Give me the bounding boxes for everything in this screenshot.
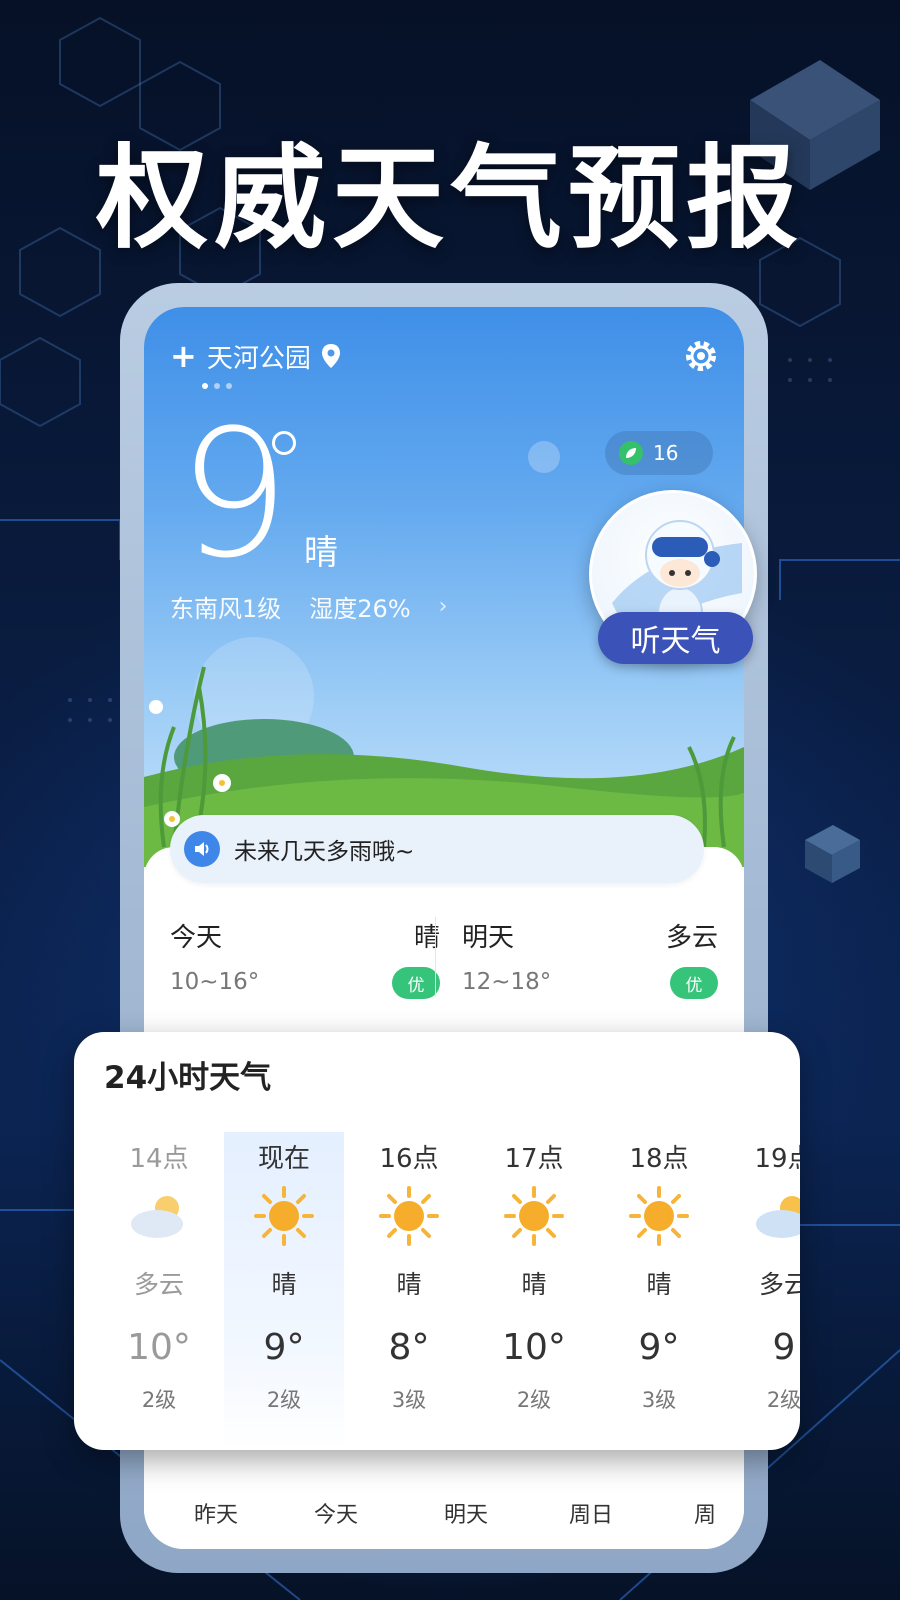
tab-yesterday[interactable]: 昨天 [194, 1497, 238, 1529]
divider [435, 917, 436, 997]
hour-column[interactable]: 18点 晴 9° 3级 [599, 1138, 719, 1420]
day-range: 10~16° [170, 969, 260, 995]
hourly-forecast-card: 24小时天气 14点 多云 10° 2级 现在 晴 9° 2级 16点 晴 8°… [74, 1032, 800, 1450]
hour-temperature: 8° [388, 1327, 430, 1368]
current-condition: 晴 [304, 533, 338, 573]
hour-column[interactable]: 16点 晴 8° 3级 [349, 1138, 469, 1420]
location-pin-icon [321, 344, 340, 368]
location-bar: + 天河公园 [170, 335, 718, 377]
page-indicator [202, 383, 232, 389]
hour-time: 19点 [754, 1144, 800, 1174]
tab-today[interactable]: 今天 [314, 1497, 358, 1529]
humidity-info: 湿度26% [309, 595, 411, 623]
hour-time: 18点 [629, 1144, 689, 1174]
speaker-icon [184, 831, 220, 867]
hour-condition: 晴 [646, 1270, 672, 1299]
current-temperature: 9 [178, 392, 290, 597]
hour-condition: 晴 [271, 1270, 297, 1299]
hour-column[interactable]: 14点 多云 10° 2级 [99, 1138, 219, 1420]
aqi-value: 16 [653, 441, 679, 465]
weather-notice[interactable]: 未来几天多雨哦~ [170, 815, 704, 883]
hour-time: 14点 [129, 1144, 189, 1174]
hour-condition: 多云 [758, 1270, 800, 1299]
air-quality-badge: 优 [670, 967, 718, 999]
hour-time: 17点 [504, 1144, 564, 1174]
tab-sunday[interactable]: 周日 [569, 1497, 613, 1529]
hour-time: 现在 [257, 1144, 310, 1174]
hour-condition: 多云 [133, 1270, 184, 1299]
sun-icon [599, 1178, 719, 1254]
sun-icon [224, 1178, 344, 1254]
hour-temperature: 10° [127, 1327, 191, 1368]
hour-wind: 2级 [141, 1388, 177, 1412]
hour-wind: 2级 [766, 1388, 800, 1412]
gear-icon[interactable] [684, 339, 718, 373]
day-condition: 多云 [665, 923, 718, 953]
wind-info: 东南风1级 [170, 595, 282, 623]
degree-symbol [272, 431, 296, 455]
cube-decoration-small [805, 825, 860, 883]
tab-more[interactable]: 周 [694, 1497, 716, 1529]
leaf-icon [619, 441, 643, 465]
notice-text: 未来几天多雨哦~ [234, 839, 415, 865]
hour-temperature: 9 [772, 1327, 796, 1368]
air-quality-badge: 优 [392, 967, 440, 999]
listen-weather-button[interactable]: 听天气 [598, 612, 753, 664]
hour-condition: 晴 [521, 1270, 547, 1299]
hour-wind: 2级 [516, 1388, 552, 1412]
hour-condition: 晴 [396, 1270, 422, 1299]
hour-time: 16点 [379, 1144, 439, 1174]
day-condition: 晴 [413, 923, 440, 953]
hour-temperature: 9° [638, 1327, 680, 1368]
hour-wind: 3级 [641, 1388, 677, 1412]
day-name: 今天 [170, 923, 223, 953]
day-name: 明天 [462, 923, 515, 953]
hour-temperature: 9° [263, 1327, 305, 1368]
hour-column[interactable]: 17点 晴 10° 2级 [474, 1138, 594, 1420]
hour-temperature: 10° [502, 1327, 566, 1368]
sun-icon [474, 1178, 594, 1254]
day-range: 12~18° [462, 969, 552, 995]
daily-tabs: 昨天 今天 明天 周日 周 [144, 1497, 744, 1537]
hour-wind: 3级 [391, 1388, 427, 1412]
hour-wind: 2级 [266, 1388, 302, 1412]
hour-column[interactable]: 19点 多云 9 2级 [724, 1138, 800, 1420]
sun-icon [349, 1178, 469, 1254]
promo-headline: 权威天气预报 [96, 134, 804, 264]
location-name[interactable]: 天河公园 [207, 338, 311, 375]
add-city-icon[interactable]: + [170, 340, 197, 372]
tab-tomorrow[interactable]: 明天 [444, 1497, 488, 1529]
hour-column[interactable]: 现在 晴 9° 2级 [224, 1138, 344, 1420]
hourly-title: 24小时天气 [104, 1060, 272, 1096]
chevron-right-icon: › [438, 594, 448, 619]
current-details[interactable]: 东南风1级 湿度26% › [170, 589, 447, 624]
partly-cloudy-icon [99, 1178, 219, 1254]
aqi-badge[interactable]: 16 [605, 431, 713, 475]
partly-cloudy-icon [724, 1178, 800, 1254]
